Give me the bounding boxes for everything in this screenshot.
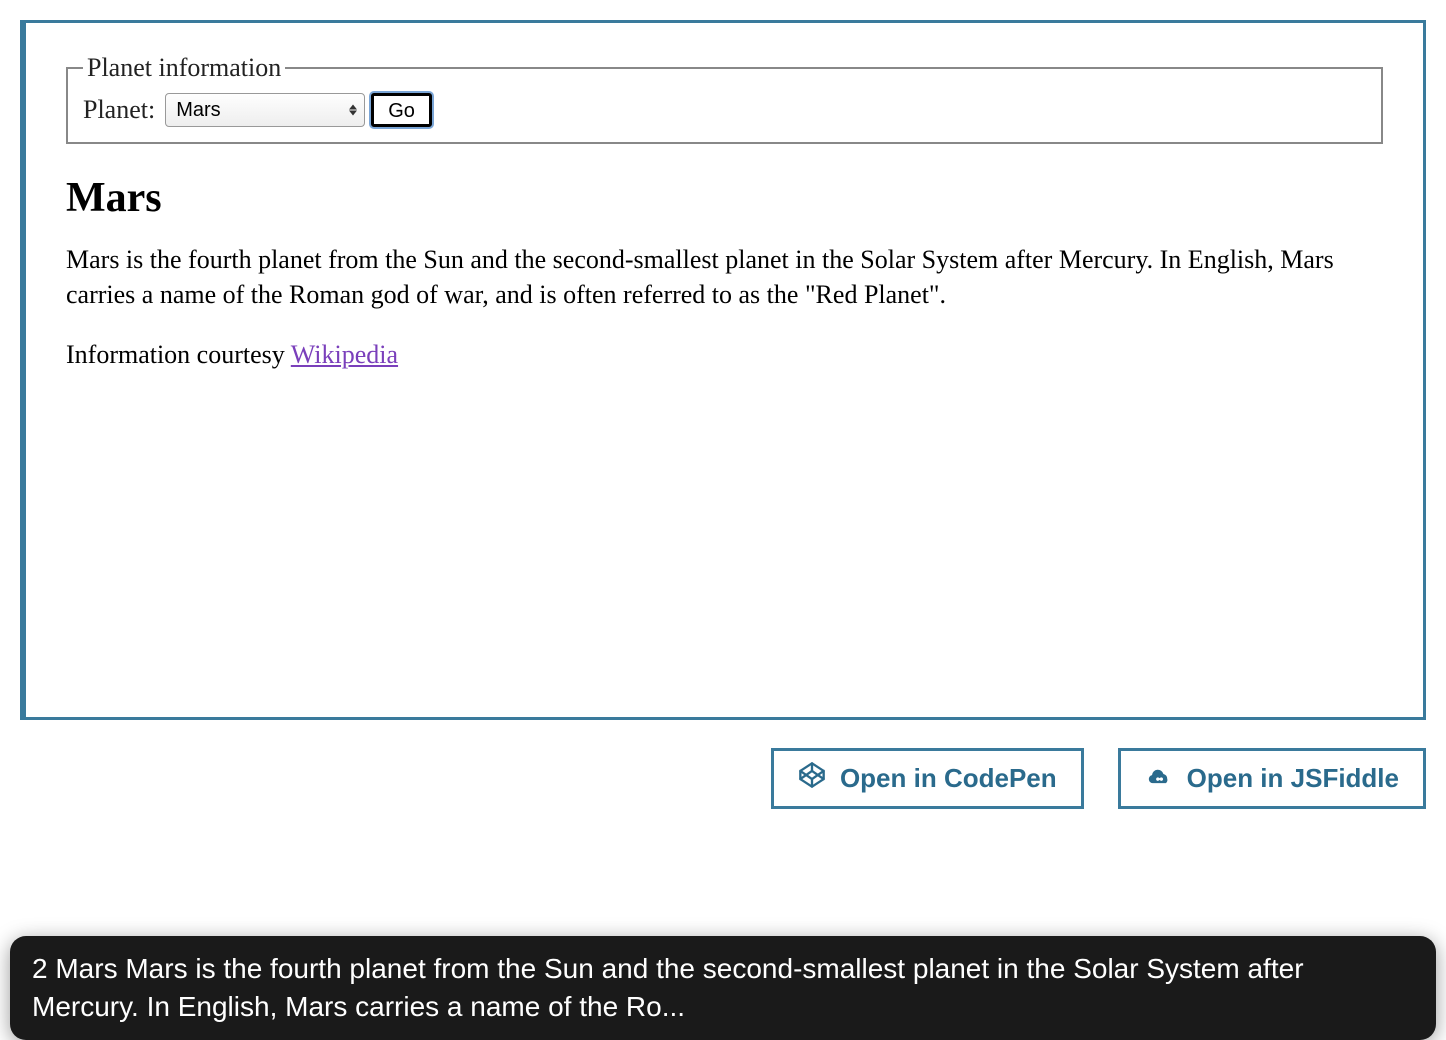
wikipedia-link[interactable]: Wikipedia <box>291 340 398 369</box>
open-codepen-button[interactable]: Open in CodePen <box>771 748 1084 809</box>
codepen-icon <box>798 761 826 796</box>
tooltip-overlay: 2 Mars Mars is the fourth planet from th… <box>10 936 1436 1040</box>
demo-panel: Planet information Planet: Mars Go <box>20 20 1426 720</box>
form-row: Planet: Mars Go <box>83 93 1366 127</box>
courtesy-line: Information courtesy Wikipedia <box>66 340 1383 370</box>
action-buttons-row: Open in CodePen Open in JSFiddle <box>0 740 1446 809</box>
courtesy-prefix: Information courtesy <box>66 340 291 369</box>
open-jsfiddle-button[interactable]: Open in JSFiddle <box>1118 748 1426 809</box>
jsfiddle-button-label: Open in JSFiddle <box>1187 763 1399 794</box>
planet-description: Mars is the fourth planet from the Sun a… <box>66 242 1383 312</box>
planet-label: Planet: <box>83 95 155 125</box>
go-button[interactable]: Go <box>371 93 432 127</box>
planet-select[interactable]: Mars <box>165 93 365 127</box>
planet-fieldset: Planet information Planet: Mars Go <box>66 53 1383 144</box>
codepen-button-label: Open in CodePen <box>840 763 1057 794</box>
fieldset-legend: Planet information <box>83 53 285 83</box>
planet-title: Mars <box>66 174 1383 222</box>
tooltip-text: 2 Mars Mars is the fourth planet from th… <box>32 953 1304 1022</box>
cloud-icon <box>1145 761 1173 796</box>
